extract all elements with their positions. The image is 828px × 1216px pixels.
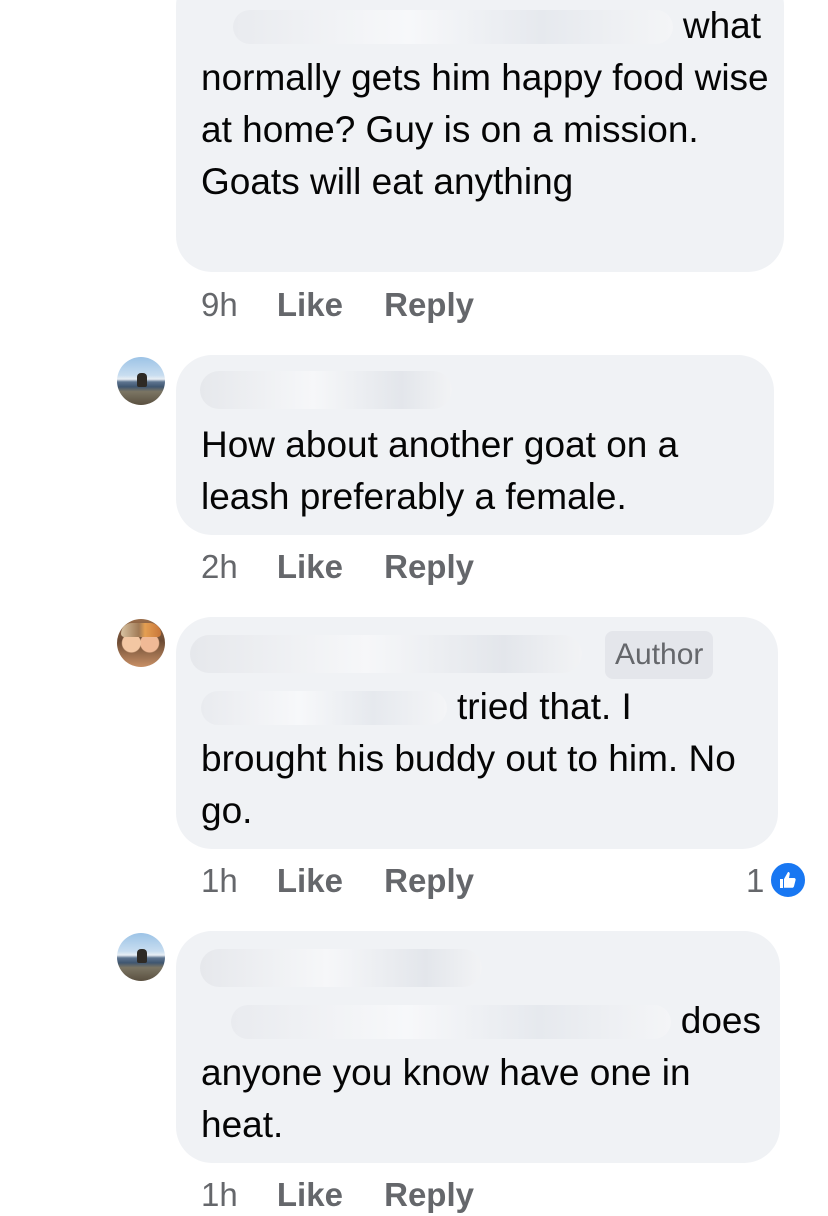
reply-button[interactable]: Reply: [384, 286, 474, 323]
comment-text-body: brought his buddy out to him. No go.: [201, 738, 736, 831]
like-button[interactable]: Like: [277, 862, 343, 899]
comment-bubble: does anyone you know have one in heat.: [176, 931, 780, 1163]
like-button[interactable]: Like: [277, 1176, 343, 1213]
comment-text-line-end: does: [680, 1000, 761, 1041]
commenter-avatar[interactable]: [117, 357, 165, 405]
redacted-mention: [201, 691, 447, 725]
comment-bubble: How about another goat on a leash prefer…: [176, 355, 774, 535]
comment-text: How about another goat on a leash prefer…: [201, 424, 679, 517]
author-badge: Author: [605, 631, 714, 679]
comment-timestamp: 2h: [201, 548, 238, 585]
comment-text-line-end: tried that. I: [457, 686, 632, 727]
comment-text: does anyone you know have one in heat.: [201, 995, 771, 1151]
author-avatar[interactable]: [117, 619, 165, 667]
comment-actions: 1h Like Reply: [201, 1175, 506, 1215]
reply-button[interactable]: Reply: [384, 862, 474, 899]
comment-text-body: anyone you know have one in heat.: [201, 1052, 691, 1145]
comment-text: tried that. I brought his buddy out to h…: [201, 681, 771, 837]
comment-actions: 9h Like Reply: [201, 285, 506, 325]
reply-button[interactable]: Reply: [384, 1176, 474, 1213]
comment-timestamp: 9h: [201, 286, 238, 323]
reply-button[interactable]: Reply: [384, 548, 474, 585]
like-button[interactable]: Like: [277, 548, 343, 585]
redacted-commenter-name[interactable]: [200, 949, 482, 987]
redacted-mention: [230, 1005, 671, 1039]
redacted-commenter-name[interactable]: [200, 371, 452, 409]
comment-bubble: Author tried that. I brought his buddy o…: [176, 617, 778, 849]
like-reaction-icon: [768, 860, 808, 900]
commenter-avatar[interactable]: [117, 933, 165, 981]
comment-text-line-end: what: [682, 5, 761, 46]
reaction-count[interactable]: 1: [746, 861, 764, 901]
comment-timestamp: 1h: [201, 1176, 238, 1213]
redacted-author-name[interactable]: [190, 635, 582, 673]
comment-text: what normally gets him happy food wise a…: [201, 0, 771, 208]
comment-bubble: what normally gets him happy food wise a…: [176, 0, 784, 272]
like-button[interactable]: Like: [277, 286, 343, 323]
redacted-mention: [232, 10, 673, 44]
comment-text-body: normally gets him happy food wise at hom…: [201, 57, 769, 202]
comment-actions: 2h Like Reply: [201, 547, 506, 587]
comment-actions: 1h Like Reply: [201, 861, 506, 901]
comment-timestamp: 1h: [201, 862, 238, 899]
